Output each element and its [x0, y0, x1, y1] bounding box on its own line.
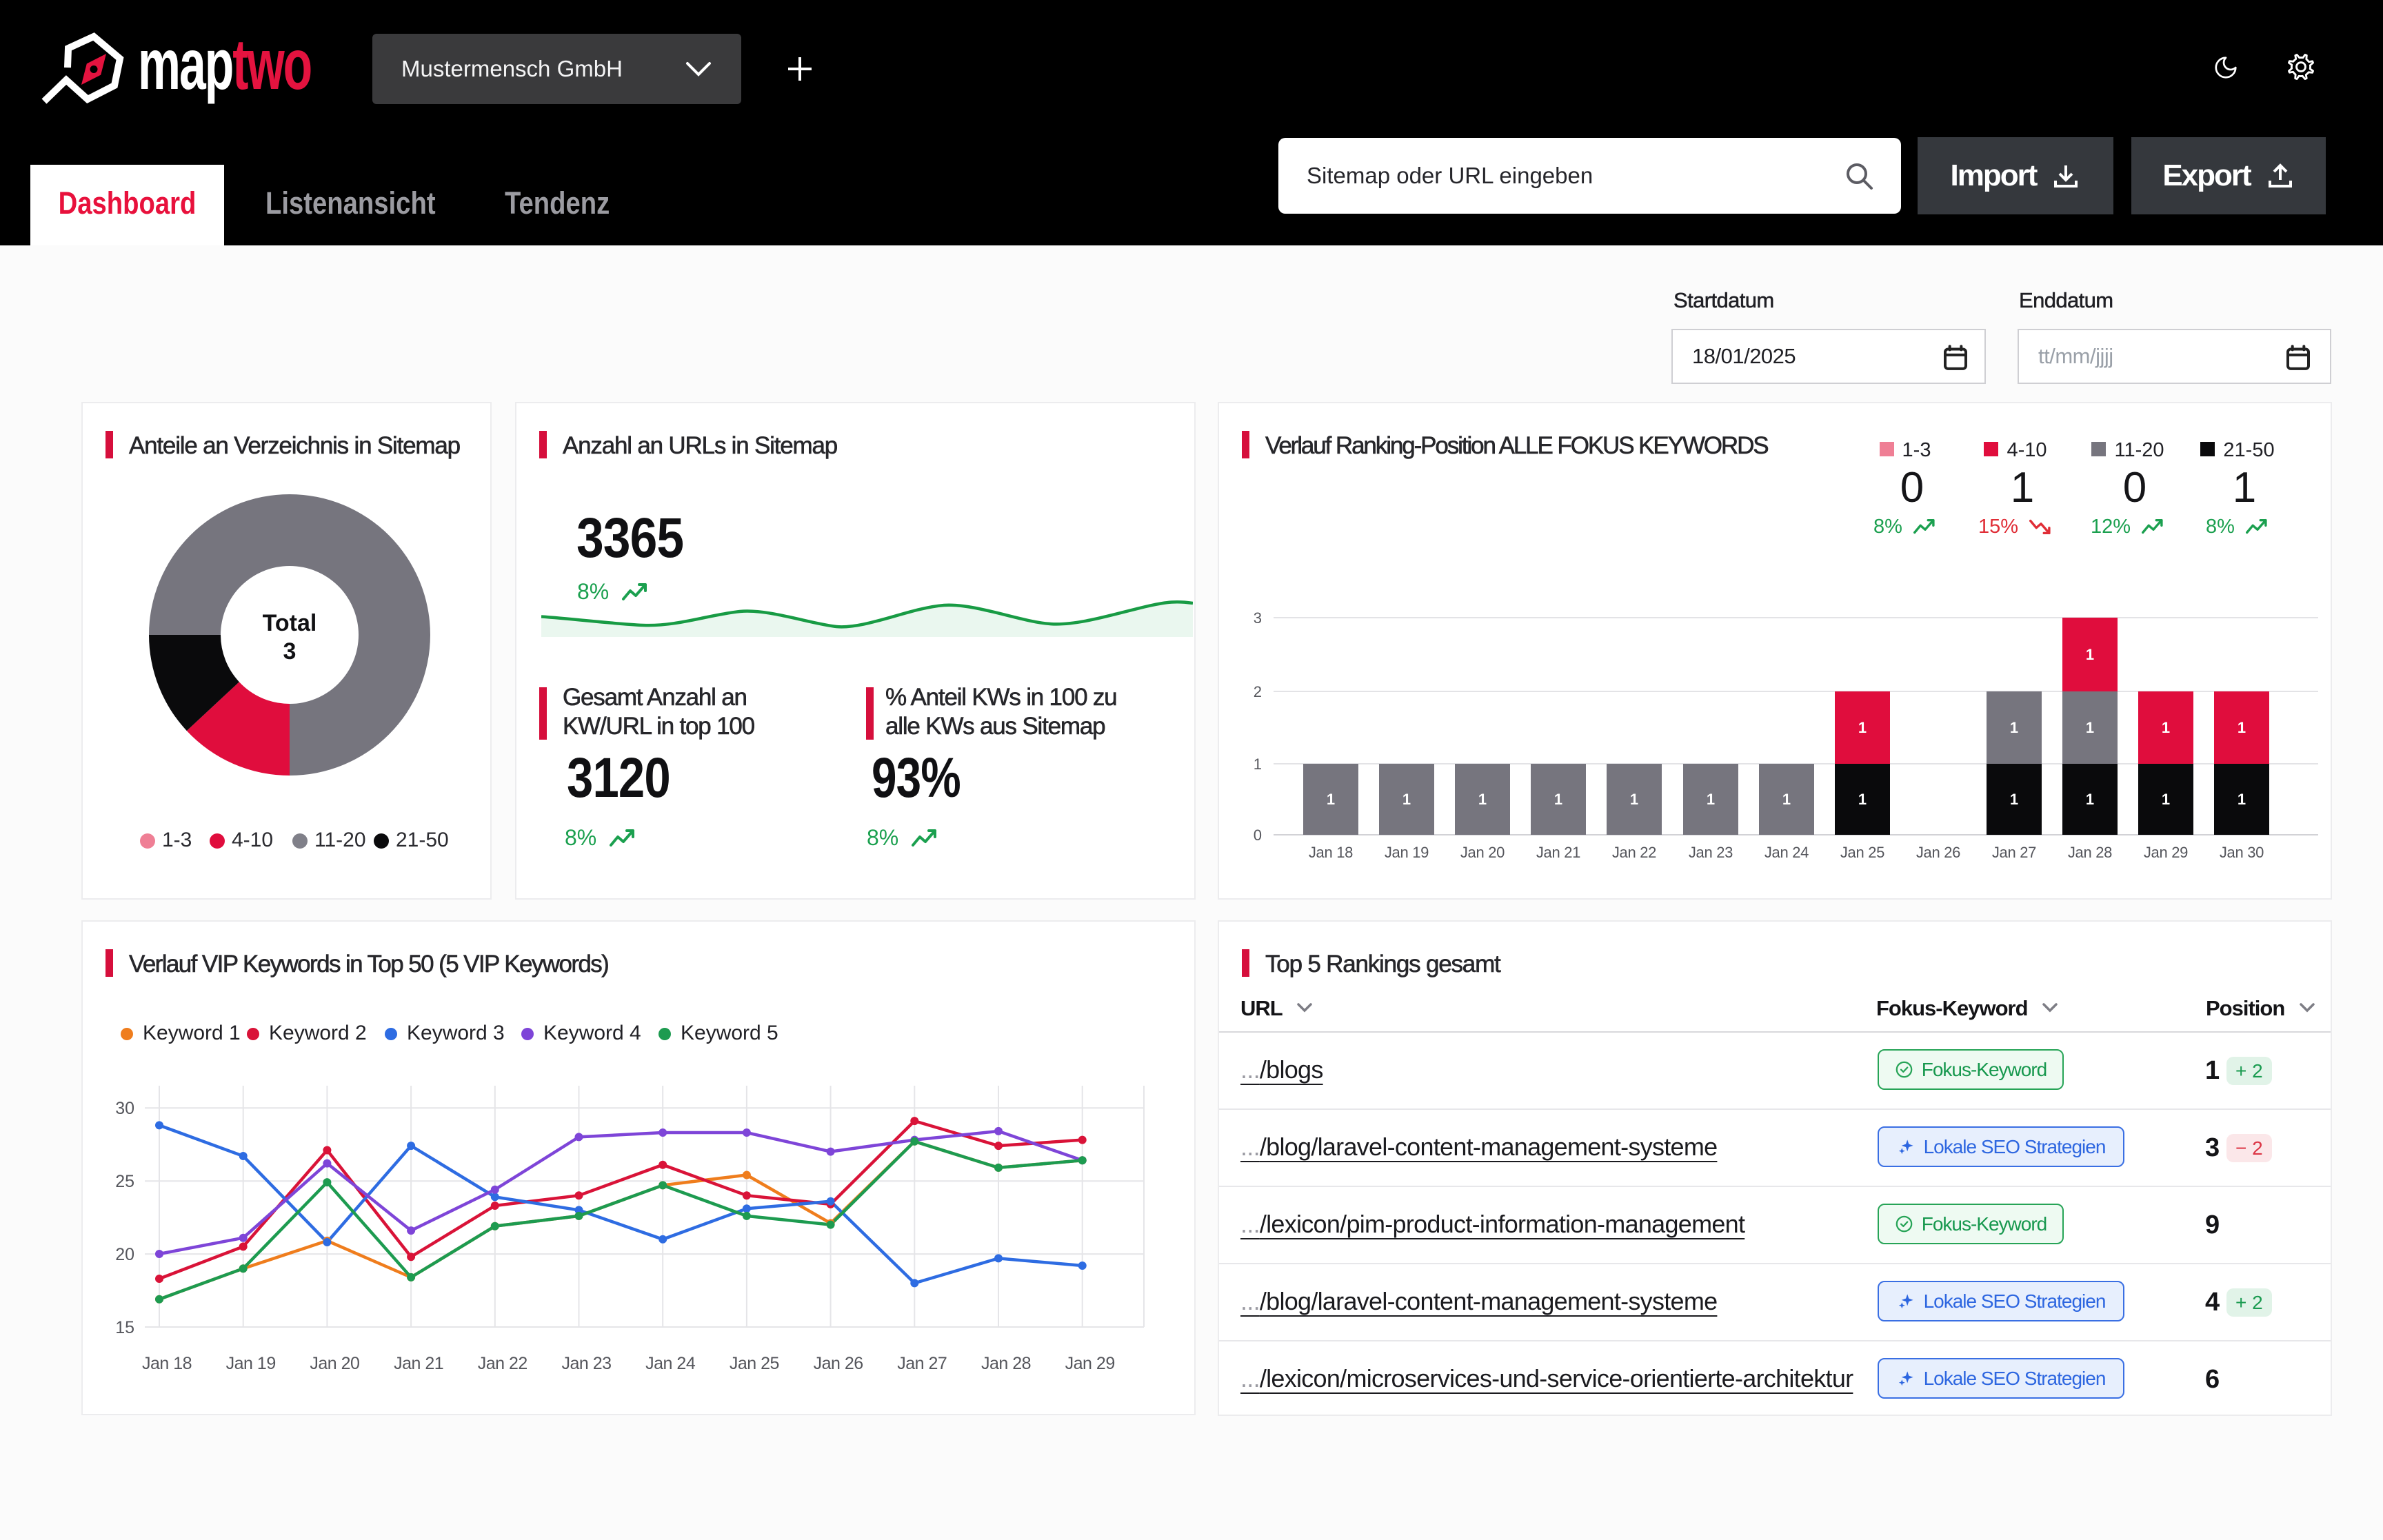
svg-text:25: 25 — [115, 1172, 134, 1191]
svg-text:1: 1 — [1478, 791, 1487, 808]
svg-text:Jan 18: Jan 18 — [142, 1354, 192, 1373]
svg-text:0: 0 — [1254, 827, 1262, 844]
svg-text:Jan 25: Jan 25 — [730, 1354, 779, 1373]
svg-text:1: 1 — [1327, 791, 1335, 808]
svg-text:Jan 28: Jan 28 — [2068, 844, 2112, 861]
svg-text:2: 2 — [1254, 683, 1262, 700]
svg-text:Jan 26: Jan 26 — [814, 1354, 863, 1373]
svg-text:1: 1 — [2086, 719, 2094, 736]
svg-text:1: 1 — [2010, 791, 2018, 808]
svg-text:Jan 29: Jan 29 — [1065, 1354, 1115, 1373]
svg-text:1: 1 — [1402, 791, 1411, 808]
svg-text:1: 1 — [2086, 646, 2094, 663]
svg-text:Jan 27: Jan 27 — [897, 1354, 947, 1373]
svg-text:Jan 19: Jan 19 — [226, 1354, 276, 1373]
svg-text:Jan 22: Jan 22 — [478, 1354, 527, 1373]
svg-text:1: 1 — [2086, 791, 2094, 808]
svg-text:1: 1 — [1858, 791, 1867, 808]
svg-text:1: 1 — [1782, 791, 1791, 808]
svg-text:30: 30 — [115, 1099, 134, 1118]
svg-text:1: 1 — [2238, 719, 2246, 736]
svg-text:Jan 22: Jan 22 — [1612, 844, 1656, 861]
svg-text:1: 1 — [1858, 719, 1867, 736]
svg-text:15: 15 — [115, 1318, 134, 1337]
svg-text:Jan 19: Jan 19 — [1385, 844, 1429, 861]
svg-text:1: 1 — [2238, 791, 2246, 808]
svg-text:Jan 18: Jan 18 — [1309, 844, 1353, 861]
svg-text:1: 1 — [2162, 719, 2170, 736]
svg-text:1: 1 — [1554, 791, 1562, 808]
svg-text:Jan 20: Jan 20 — [1460, 844, 1505, 861]
svg-text:1: 1 — [1630, 791, 1638, 808]
svg-text:Jan 26: Jan 26 — [1916, 844, 1960, 861]
svg-text:Jan 24: Jan 24 — [645, 1354, 696, 1373]
svg-text:Jan 20: Jan 20 — [310, 1354, 359, 1373]
svg-text:Jan 25: Jan 25 — [1840, 844, 1884, 861]
svg-text:Jan 27: Jan 27 — [1992, 844, 2036, 861]
svg-text:1: 1 — [2010, 719, 2018, 736]
svg-text:Jan 21: Jan 21 — [1536, 844, 1580, 861]
svg-text:Jan 29: Jan 29 — [2144, 844, 2188, 861]
svg-text:Jan 28: Jan 28 — [981, 1354, 1031, 1373]
svg-text:Jan 23: Jan 23 — [1689, 844, 1733, 861]
svg-text:Jan 21: Jan 21 — [394, 1354, 443, 1373]
svg-text:Jan 24: Jan 24 — [1764, 844, 1809, 861]
svg-text:1: 1 — [1254, 756, 1262, 773]
svg-text:1: 1 — [2162, 791, 2170, 808]
svg-text:3: 3 — [1254, 609, 1262, 627]
svg-text:Jan 23: Jan 23 — [561, 1354, 611, 1373]
svg-text:1: 1 — [1707, 791, 1715, 808]
svg-text:20: 20 — [115, 1245, 134, 1264]
svg-text:Jan 30: Jan 30 — [2220, 844, 2264, 861]
